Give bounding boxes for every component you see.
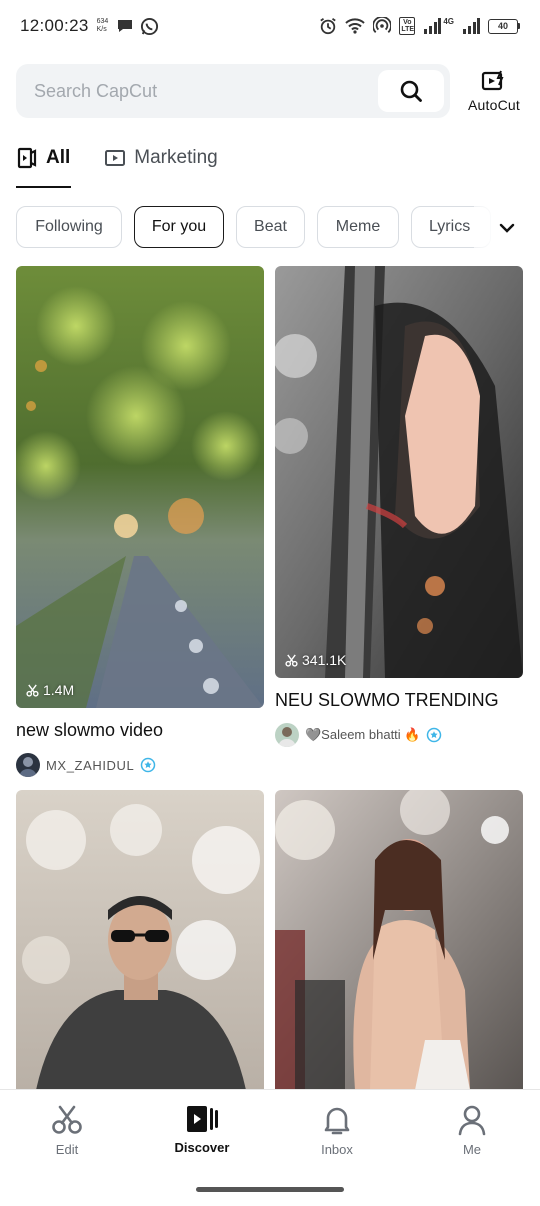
template-card[interactable]: 1.4M new slowmo video MX_ZAHIDUL [16, 266, 264, 777]
template-card[interactable] [16, 790, 264, 1090]
status-right-icons: Vo LTE 4G 40 [319, 17, 520, 35]
template-title[interactable]: new slowmo video [16, 720, 264, 741]
chevron-down-icon [499, 223, 515, 233]
autocut-button[interactable]: AutoCut [464, 70, 524, 113]
active-tab-indicator [16, 186, 71, 188]
search-row: AutoCut [16, 64, 524, 118]
alarm-icon [320, 18, 337, 35]
battery-level: 40 [488, 18, 518, 34]
network-speed-value: 634 [96, 18, 109, 25]
usage-count: 341.1K [285, 652, 346, 668]
chip-for-you[interactable]: For you [134, 206, 224, 248]
nav-discover-label: Discover [174, 1140, 230, 1155]
whatsapp-icon [141, 17, 159, 35]
search-button[interactable] [378, 70, 444, 112]
search-input[interactable] [34, 80, 364, 102]
author-name: MX_ZAHIDUL [46, 757, 135, 773]
template-card[interactable] [275, 790, 523, 1090]
search-icon [400, 80, 422, 102]
status-bar: 12:00:23 634 K/s Vo LTE 4G 40 [0, 0, 540, 52]
verified-badge-icon [141, 757, 156, 773]
volte-badge: Vo LTE [399, 17, 416, 35]
usage-count: 1.4M [26, 682, 74, 698]
expand-chips-button[interactable] [474, 206, 540, 250]
status-time: 12:00:23 [20, 16, 89, 35]
nav-edit-label: Edit [55, 1142, 79, 1157]
avatar [275, 723, 299, 747]
home-indicator[interactable] [196, 1187, 344, 1192]
filter-chips: Following For you Beat Meme Lyrics [16, 206, 540, 250]
chip-meme[interactable]: Meme [317, 206, 399, 248]
template-author[interactable]: MX_ZAHIDUL [16, 753, 264, 777]
nav-me[interactable]: Me [422, 1104, 522, 1157]
avatar [16, 753, 40, 777]
tab-marketing[interactable]: Marketing [104, 138, 218, 178]
battery-icon: 40 [488, 18, 520, 34]
all-icon [17, 147, 37, 169]
template-author[interactable]: 🩶Saleem bhatti 🔥 [275, 723, 523, 747]
search-box[interactable] [16, 64, 450, 118]
nav-edit[interactable]: Edit [17, 1104, 117, 1157]
template-title[interactable]: NEU SLOWMO TRENDING [275, 690, 523, 711]
nav-discover[interactable]: Discover [152, 1104, 252, 1155]
template-thumbnail[interactable]: 341.1K [275, 266, 523, 678]
bell-icon [324, 1107, 350, 1135]
scissors-icon [26, 684, 39, 697]
chip-beat[interactable]: Beat [236, 206, 305, 248]
signal-icon [424, 18, 442, 34]
wifi-icon [345, 18, 366, 34]
video-icon [105, 150, 126, 166]
network-speed: 634 K/s [97, 18, 109, 34]
template-thumbnail[interactable] [16, 790, 264, 1090]
road-thumbnail-image [16, 266, 264, 708]
nav-me-label: Me [462, 1142, 482, 1157]
man-thumbnail-image [16, 790, 264, 1090]
usage-count-value: 341.1K [302, 652, 347, 668]
nav-inbox-label: Inbox [321, 1142, 353, 1157]
tab-marketing-label: Marketing [134, 147, 218, 168]
hotspot-icon [373, 17, 392, 33]
nav-inbox[interactable]: Inbox [287, 1104, 387, 1157]
chip-following[interactable]: Following [16, 206, 122, 248]
scissors-icon [52, 1105, 82, 1134]
template-card[interactable]: 341.1K NEU SLOWMO TRENDING 🩶Saleem bhatt… [275, 266, 523, 747]
autocut-label: AutoCut [468, 96, 520, 113]
discover-icon [187, 1106, 218, 1132]
portrait-thumbnail-image [275, 266, 523, 678]
autocut-icon [481, 70, 504, 90]
profile-icon [458, 1105, 486, 1136]
tab-all-label: All [46, 147, 71, 168]
template-thumbnail[interactable]: 1.4M [16, 266, 264, 708]
message-icon [118, 20, 133, 32]
verified-badge-icon [427, 727, 442, 743]
network-type: 4G [443, 16, 454, 26]
author-name: 🩶Saleem bhatti 🔥 [305, 727, 421, 742]
usage-count-value: 1.4M [43, 682, 75, 698]
tab-all[interactable]: All [16, 138, 70, 178]
scissors-icon [285, 654, 298, 667]
notification-icons [116, 17, 159, 36]
network-speed-unit: K/s [96, 26, 107, 33]
signal-icon-2 [463, 18, 480, 34]
woman-thumbnail-image [275, 790, 523, 1090]
template-thumbnail[interactable] [275, 790, 523, 1090]
category-tabs: All Marketing [16, 138, 252, 190]
